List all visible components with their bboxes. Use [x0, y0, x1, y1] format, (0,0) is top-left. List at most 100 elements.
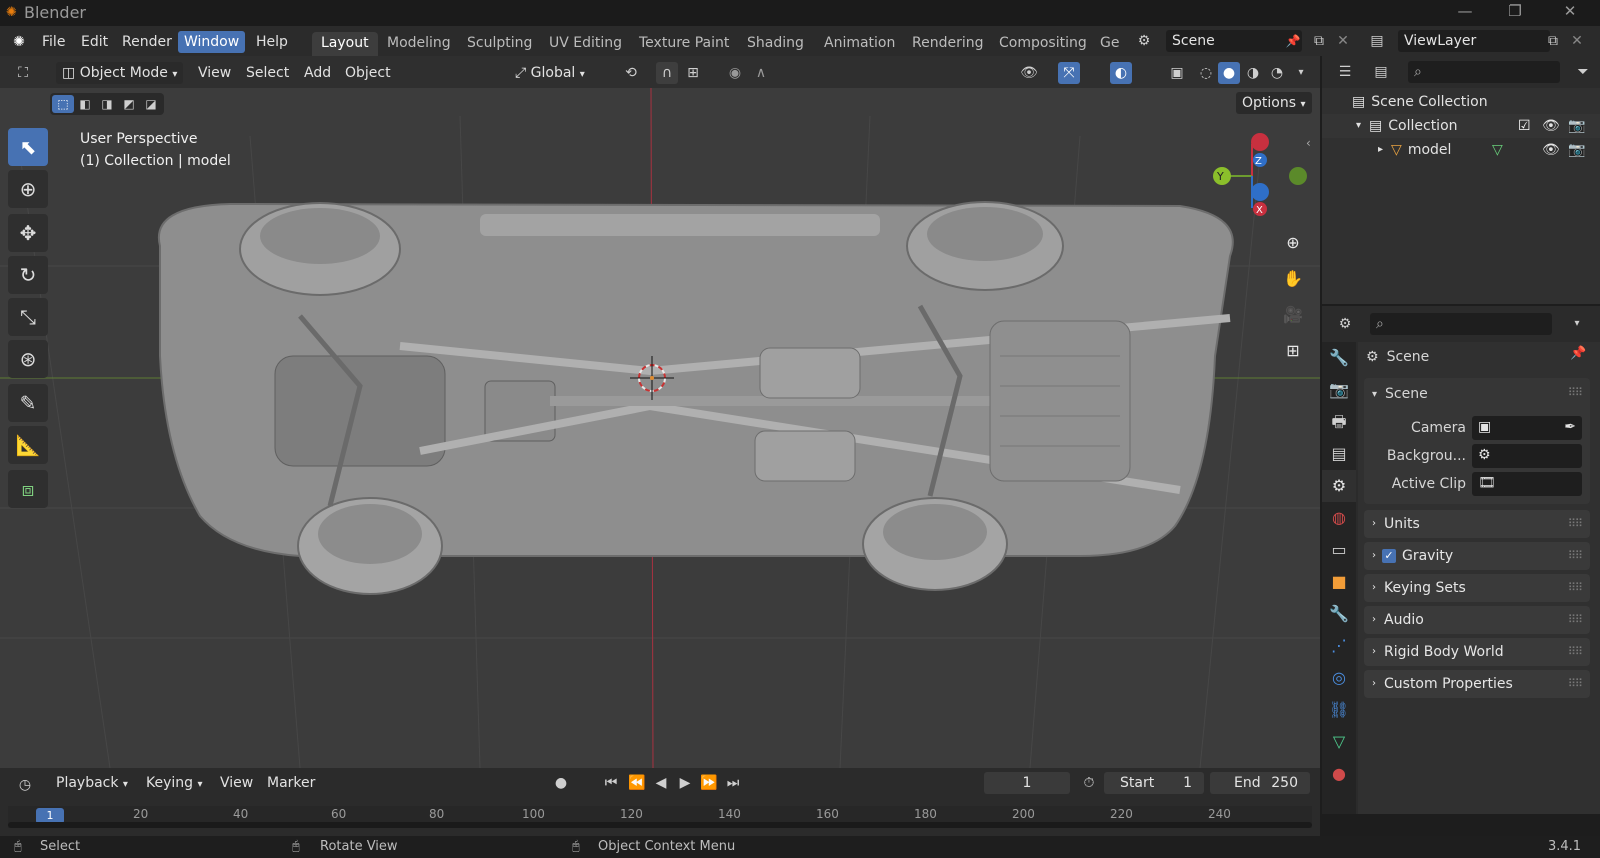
- tool-tab-icon[interactable]: 🔧: [1322, 342, 1356, 374]
- tab-modeling[interactable]: Modeling: [378, 32, 460, 56]
- jump-to-start-icon[interactable]: ⏮: [600, 772, 622, 794]
- constraints-tab-icon[interactable]: ⛓: [1322, 694, 1356, 726]
- particles-tab-icon[interactable]: ⋰: [1322, 630, 1356, 662]
- display-mode-icon[interactable]: ▤: [1370, 61, 1392, 83]
- scale-tool-icon[interactable]: ⤡: [8, 298, 48, 336]
- filter-icon[interactable]: ⏷: [1572, 61, 1594, 83]
- new-scene-icon[interactable]: ⧉: [1308, 30, 1330, 52]
- tab-animation[interactable]: Animation: [815, 32, 904, 56]
- tab-layout[interactable]: Layout: [312, 32, 378, 56]
- menu-help[interactable]: Help: [250, 31, 294, 53]
- play-reverse-icon[interactable]: ◀: [650, 772, 672, 794]
- maximize-icon[interactable]: ❐: [1500, 2, 1530, 24]
- menu-file[interactable]: File: [36, 31, 71, 53]
- timer-icon[interactable]: ⏱: [1078, 772, 1100, 794]
- keying-sets-panel[interactable]: › Keying Sets ⠿⠿: [1364, 574, 1590, 602]
- exclude-checkbox-icon[interactable]: ☑: [1518, 114, 1531, 138]
- options-dropdown[interactable]: Options ▾: [1236, 92, 1312, 114]
- drag-grip-icon[interactable]: ⠿⠿: [1568, 510, 1583, 538]
- eye-icon[interactable]: 👁: [1542, 114, 1560, 138]
- camera-icon[interactable]: 📷: [1568, 114, 1585, 138]
- move-tool-icon[interactable]: ✥: [8, 214, 48, 252]
- remove-scene-icon[interactable]: ✕: [1332, 30, 1354, 52]
- viewport-menu-view[interactable]: View: [198, 62, 231, 84]
- collection-tab-icon[interactable]: ▭: [1322, 534, 1356, 566]
- play-icon[interactable]: ▶: [674, 772, 696, 794]
- rigid-body-world-panel[interactable]: › Rigid Body World ⠿⠿: [1364, 638, 1590, 666]
- car-model[interactable]: [157, 201, 1234, 595]
- world-tab-icon[interactable]: ◍: [1322, 502, 1356, 534]
- tab-texture-paint[interactable]: Texture Paint: [630, 32, 738, 56]
- output-tab-icon[interactable]: 🖶: [1322, 406, 1356, 438]
- rendered-shading-icon[interactable]: ◔: [1266, 62, 1288, 84]
- menu-edit[interactable]: Edit: [75, 31, 114, 53]
- chevron-down-icon[interactable]: ▾: [1290, 62, 1312, 84]
- view-layer-tab-icon[interactable]: ▤: [1322, 438, 1356, 470]
- gizmo-toggle-icon[interactable]: ⤧: [1058, 62, 1080, 84]
- chevron-right-icon[interactable]: ▸: [1378, 138, 1383, 162]
- timeline-editor-icon[interactable]: ◷: [14, 774, 36, 796]
- menu-window[interactable]: Window: [178, 31, 246, 53]
- start-frame-field[interactable]: Start 1: [1104, 772, 1204, 794]
- modifier-tab-icon[interactable]: 🔧: [1322, 598, 1356, 630]
- outliner-editor-icon[interactable]: ☰: [1334, 61, 1356, 83]
- camera-field[interactable]: ▣ ✒: [1472, 416, 1582, 440]
- visibility-icon[interactable]: 👁: [1018, 62, 1040, 84]
- drag-grip-icon[interactable]: ⠿⠿: [1568, 638, 1583, 666]
- drag-grip-icon[interactable]: ⠿⠿: [1568, 606, 1583, 634]
- eyedropper-icon[interactable]: ✒: [1564, 416, 1576, 438]
- pin-icon[interactable]: 📌: [1282, 30, 1304, 52]
- units-panel[interactable]: › Units ⠿⠿: [1364, 510, 1590, 538]
- custom-properties-panel[interactable]: › Custom Properties ⠿⠿: [1364, 670, 1590, 698]
- jump-to-end-icon[interactable]: ⏭: [722, 772, 744, 794]
- drag-grip-icon[interactable]: ⠿⠿: [1568, 670, 1583, 698]
- end-frame-field[interactable]: End 250: [1210, 772, 1310, 794]
- select-new-icon[interactable]: ⬚: [52, 95, 74, 113]
- measure-tool-icon[interactable]: 📐: [8, 426, 48, 464]
- tab-compositing[interactable]: Compositing: [990, 32, 1096, 56]
- pivot-point-icon[interactable]: ⟲: [620, 62, 642, 84]
- timeline-menu-marker[interactable]: Marker: [267, 772, 315, 794]
- frame-ruler[interactable]: 1 20 40 60 80 100 120 140 160 180 200 22…: [8, 806, 1312, 828]
- xray-toggle-icon[interactable]: ▣: [1166, 62, 1188, 84]
- annotate-tool-icon[interactable]: ✎: [8, 384, 48, 422]
- timeline-menu-keying[interactable]: Keying ▾: [146, 772, 203, 794]
- record-keyframe-icon[interactable]: ●: [550, 772, 572, 794]
- viewport-menu-select[interactable]: Select: [246, 62, 289, 84]
- timeline-scrollbar[interactable]: [8, 822, 1312, 828]
- properties-search-input[interactable]: ⌕: [1370, 313, 1552, 335]
- audio-panel[interactable]: › Audio ⠿⠿: [1364, 606, 1590, 634]
- select-extend-icon[interactable]: ◧: [74, 95, 96, 113]
- wireframe-shading-icon[interactable]: ◌: [1195, 62, 1217, 84]
- overlays-toggle-icon[interactable]: ◐: [1110, 62, 1132, 84]
- material-shading-icon[interactable]: ◑: [1242, 62, 1264, 84]
- snap-target-icon[interactable]: ⊞: [682, 62, 704, 84]
- snap-magnet-icon[interactable]: ∩: [656, 62, 678, 84]
- select-subtract-icon[interactable]: ◨: [96, 95, 118, 113]
- navigation-gizmo[interactable]: Z Y X: [1213, 133, 1307, 216]
- pin-icon[interactable]: 📌: [1570, 346, 1586, 361]
- tab-sculpting[interactable]: Sculpting: [458, 32, 541, 56]
- viewport-menu-object[interactable]: Object: [345, 62, 391, 84]
- solid-shading-icon[interactable]: ●: [1218, 62, 1240, 84]
- select-intersect-icon[interactable]: ◪: [140, 95, 162, 113]
- outliner-row-scene-collection[interactable]: ▤ Scene Collection: [1322, 90, 1600, 114]
- chevron-down-icon[interactable]: ▾: [1566, 313, 1588, 335]
- camera-icon[interactable]: 📷: [1568, 138, 1585, 162]
- add-cube-tool-icon[interactable]: ⧈: [8, 470, 48, 508]
- pan-hand-icon[interactable]: ✋: [1278, 264, 1308, 294]
- scene-tab-icon[interactable]: ⚙: [1322, 470, 1356, 502]
- active-clip-field[interactable]: 🎞: [1472, 472, 1582, 496]
- zoom-icon[interactable]: ⊕: [1278, 228, 1308, 258]
- properties-editor-icon[interactable]: ⚙: [1334, 313, 1356, 335]
- new-viewlayer-icon[interactable]: ⧉: [1542, 30, 1564, 52]
- tab-shading[interactable]: Shading: [738, 32, 813, 56]
- render-tab-icon[interactable]: 📷: [1322, 374, 1356, 406]
- 3d-viewport[interactable]: Z Y X ⛶ ◫ Object Mode ▾ View Select Add …: [0, 56, 1320, 768]
- material-tab-icon[interactable]: ●: [1322, 758, 1356, 790]
- select-invert-icon[interactable]: ◩: [118, 95, 140, 113]
- prev-keyframe-icon[interactable]: ⏪: [626, 772, 648, 794]
- scene-section-header[interactable]: ▾ Scene: [1372, 380, 1428, 408]
- gravity-panel[interactable]: › ✓ Gravity ⠿⠿: [1364, 542, 1590, 570]
- tab-rendering[interactable]: Rendering: [903, 32, 993, 56]
